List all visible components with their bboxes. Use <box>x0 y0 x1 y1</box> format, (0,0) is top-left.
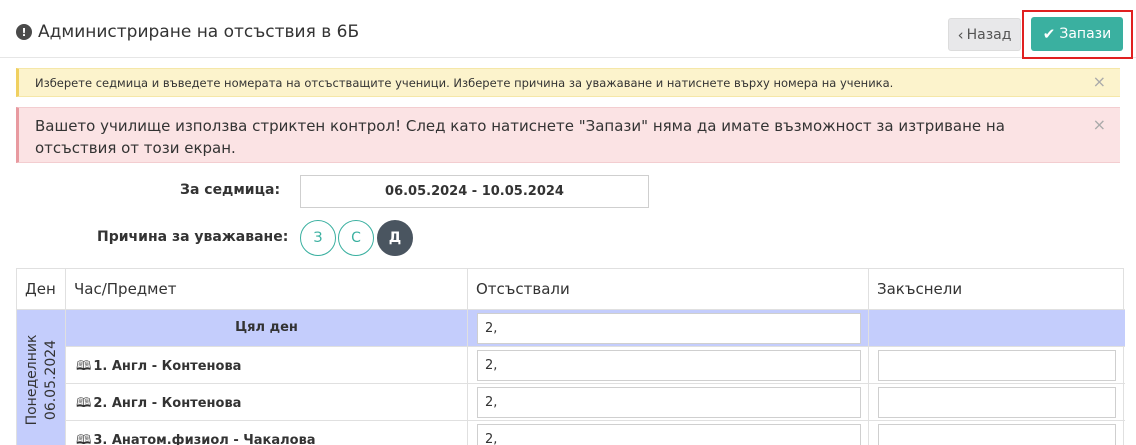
subject-cell: Цял ден <box>66 310 468 347</box>
day-label: Понеделник 06.05.2024 <box>17 310 66 445</box>
column-header-subject: Час/Предмет <box>66 269 468 310</box>
close-icon[interactable]: × <box>1093 72 1106 91</box>
strict-control-alert-text: Вашето училище използва стриктен контрол… <box>35 117 1005 157</box>
absent-input[interactable]: 2, <box>477 387 861 418</box>
table-row: 🕮 3. Анатом.физиол - Чакалова 2, <box>66 421 1125 445</box>
reason-button-s[interactable]: С <box>338 220 374 256</box>
subject-name: 1. Англ - Контенова <box>93 359 242 374</box>
subject-cell: 🕮 3. Анатом.физиол - Чакалова <box>66 421 468 445</box>
absent-cell: 2, <box>468 310 869 347</box>
late-input[interactable] <box>878 424 1116 445</box>
book-icon: 🕮 <box>76 359 92 374</box>
back-button-label: Назад <box>966 26 1012 43</box>
absent-cell: 2, <box>468 384 869 421</box>
late-cell <box>869 421 1125 445</box>
day-date: 06.05.2024 <box>42 339 59 421</box>
column-header-day: Ден <box>17 269 66 310</box>
subject-cell: 🕮 2. Англ - Контенова <box>66 384 468 421</box>
strict-control-alert: Вашето училище използва стриктен контрол… <box>16 107 1120 163</box>
page-title: ! Администриране на отсъствия в 6Б <box>16 22 359 42</box>
week-picker[interactable]: 06.05.2024 - 10.05.2024 <box>300 175 649 208</box>
page-title-text: Администриране на отсъствия в 6Б <box>38 22 360 42</box>
absent-cell: 2, <box>468 421 869 445</box>
exclamation-circle-icon: ! <box>16 24 32 40</box>
week-label: За седмица: <box>180 182 281 198</box>
absent-input[interactable]: 2, <box>477 424 861 445</box>
close-icon[interactable]: × <box>1093 114 1106 136</box>
save-button[interactable]: ✔ Запази <box>1031 17 1123 51</box>
absent-input[interactable]: 2, <box>477 350 861 381</box>
save-button-label: Запази <box>1059 26 1112 42</box>
subject-name: 3. Анатом.физиол - Чакалова <box>93 433 316 445</box>
day-cell: Понеделник 06.05.2024 <box>17 310 66 445</box>
subject-name: 2. Англ - Контенова <box>93 396 242 411</box>
subject-cell: 🕮 1. Англ - Контенова <box>66 347 468 384</box>
late-cell <box>869 310 1125 347</box>
late-input[interactable] <box>878 387 1116 418</box>
absences-table: Ден Час/Предмет Отсъствали Закъснели Пон… <box>16 268 1125 445</box>
check-icon: ✔ <box>1042 25 1056 43</box>
back-button[interactable]: ‹ Назад <box>948 18 1021 51</box>
book-icon: 🕮 <box>76 396 92 411</box>
late-cell <box>869 347 1125 384</box>
absent-input[interactable]: 2, <box>477 313 861 344</box>
table-row: 🕮 2. Англ - Контенова 2, <box>66 384 1125 421</box>
chevron-left-icon: ‹ <box>957 25 964 44</box>
day-name: Понеделник <box>23 334 40 426</box>
info-alert-text: Изберете седмица и въведете номерата на … <box>35 76 894 90</box>
table-row-all-day: Цял ден 2, <box>66 310 1125 347</box>
late-input[interactable] <box>878 350 1116 381</box>
reason-label: Причина за уважаване: <box>97 229 289 245</box>
absent-cell: 2, <box>468 347 869 384</box>
book-icon: 🕮 <box>76 433 92 445</box>
info-alert: Изберете седмица и въведете номерата на … <box>16 68 1120 97</box>
column-header-late: Закъснели <box>869 269 1125 310</box>
reason-button-d[interactable]: Д <box>377 220 413 256</box>
reason-button-z[interactable]: З <box>300 220 336 256</box>
column-header-absent: Отсъствали <box>468 269 869 310</box>
table-row: 🕮 1. Англ - Контенова 2, <box>66 347 1125 384</box>
page-header: ! Администриране на отсъствия в 6Б ‹ Наз… <box>0 0 1136 59</box>
late-cell <box>869 384 1125 421</box>
